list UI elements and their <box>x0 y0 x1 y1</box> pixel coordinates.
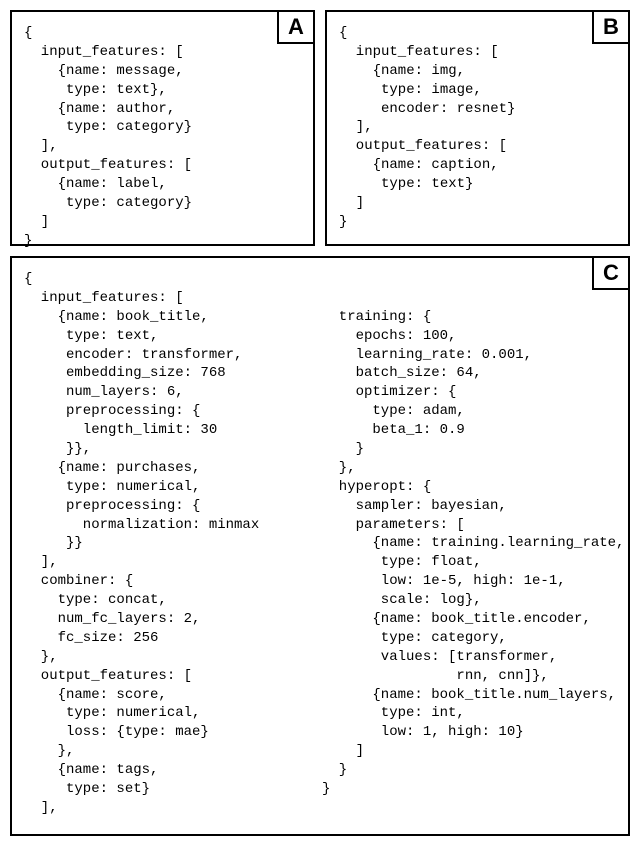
panel-label-b: B <box>592 10 630 44</box>
panel-a: A { input_features: [ {name: message, ty… <box>10 10 315 246</box>
panel-c: C { input_features: [ {name: book_title,… <box>10 256 630 836</box>
panel-b: B { input_features: [ {name: img, type: … <box>325 10 630 246</box>
code-block-a: { input_features: [ {name: message, type… <box>12 12 313 259</box>
code-block-c-left: { input_features: [ {name: book_title, t… <box>24 270 322 818</box>
panel-label-c: C <box>592 256 630 290</box>
panel-label-a: A <box>277 10 315 44</box>
code-block-c-right: training: { epochs: 100, learning_rate: … <box>322 270 620 818</box>
code-block-b: { input_features: [ {name: img, type: im… <box>327 12 628 240</box>
